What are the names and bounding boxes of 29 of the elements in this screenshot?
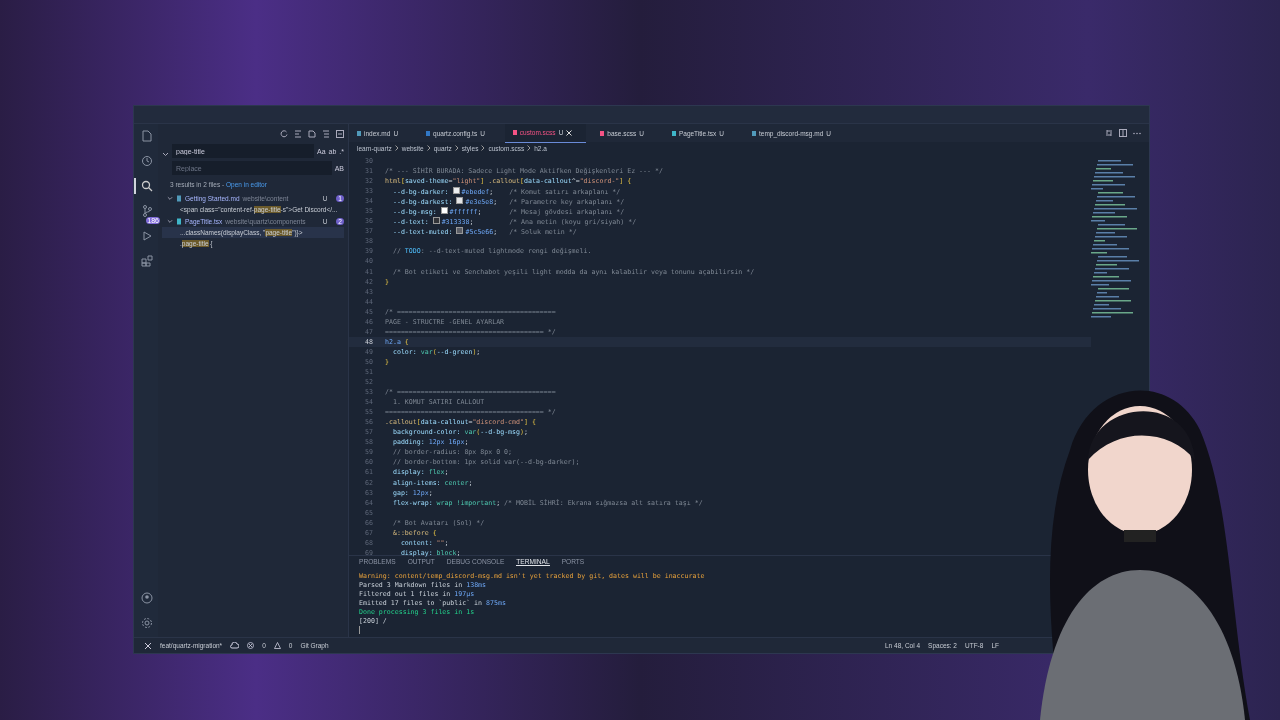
remote-icon[interactable] [144,641,152,650]
chevron-right-icon [527,145,532,151]
run-debug-icon[interactable] [141,230,153,242]
clear-results-icon[interactable] [294,130,302,138]
chevron-down-icon[interactable] [167,218,173,224]
chevron-down-icon[interactable] [162,152,169,157]
chevron-right-icon [481,145,486,151]
error-icon [247,642,255,649]
close-icon[interactable] [566,129,573,136]
view-as-tree-icon[interactable] [322,130,330,138]
warning-icon [273,642,281,649]
account-icon[interactable] [141,592,153,604]
markdown-file-icon [176,194,182,202]
files-icon[interactable] [142,130,152,142]
chevron-right-icon [426,145,431,151]
search-icon[interactable] [141,180,153,192]
chevron-down-icon[interactable] [167,195,173,201]
chevron-right-icon [454,145,459,151]
split-editor-icon[interactable] [1119,129,1127,137]
refresh-icon[interactable] [280,130,288,138]
react-file-icon [176,217,182,225]
cloud-icon[interactable] [230,642,240,649]
settings-icon[interactable] [141,617,153,629]
timeline-icon[interactable] [141,155,153,167]
source-control-icon[interactable] [142,205,152,217]
extensions-icon[interactable] [141,255,153,267]
chevron-right-icon [394,145,399,151]
collapse-all-icon[interactable] [336,130,344,138]
more-icon[interactable] [1133,131,1141,135]
